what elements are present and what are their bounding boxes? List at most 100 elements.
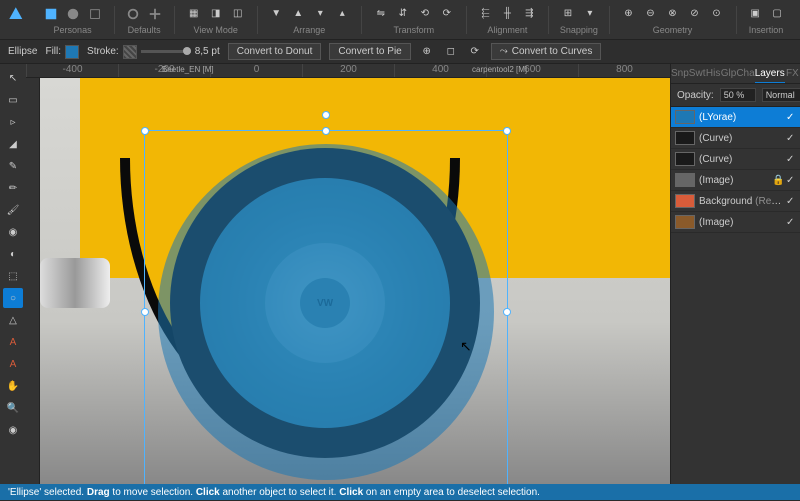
tab-character[interactable]: Cha	[736, 64, 754, 83]
persona-vector-icon[interactable]	[42, 5, 60, 23]
resize-handle-mr[interactable]	[503, 308, 511, 316]
view-split-icon[interactable]: ◨	[207, 5, 225, 23]
visibility-checkbox[interactable]: ✓	[786, 112, 796, 122]
zoom-tool[interactable]: 🔍	[3, 398, 23, 418]
revert-defaults-icon[interactable]	[146, 5, 164, 23]
flip-h-icon[interactable]: ⇋	[372, 5, 390, 23]
corner-tool[interactable]: ◢	[3, 134, 23, 154]
frame-text-tool[interactable]: A	[3, 354, 23, 374]
view-outline-icon[interactable]: ◫	[229, 5, 247, 23]
hide-selection-icon[interactable]: ◻	[443, 44, 459, 60]
align-left-icon[interactable]: ⬱	[476, 5, 494, 23]
resize-handle-ml[interactable]	[141, 308, 149, 316]
rotation-handle[interactable]	[322, 111, 330, 119]
cycle-select-icon[interactable]: ⟳	[467, 44, 483, 60]
move-tool[interactable]: ↖	[3, 68, 23, 88]
align-right-icon[interactable]: ⇶	[520, 5, 538, 23]
transparency-tool[interactable]: ◐	[3, 244, 23, 264]
intersect-icon[interactable]: ⊗	[664, 5, 682, 23]
layer-row[interactable]: (Curve) ✓	[671, 128, 800, 149]
divide-icon[interactable]: ⊘	[686, 5, 704, 23]
color-picker-tool[interactable]: ◉	[3, 420, 23, 440]
layer-row[interactable]: (Image) ✓	[671, 212, 800, 233]
blend-mode-select[interactable]	[762, 88, 800, 102]
lock-icon[interactable]: 🔒	[772, 175, 782, 185]
crop-tool[interactable]: ⬚	[3, 266, 23, 286]
insert-inside-icon[interactable]: ▣	[746, 5, 764, 23]
pen-tool[interactable]: ✎	[3, 156, 23, 176]
stroke-width-value: 8,5 pt	[195, 46, 220, 57]
document-tab[interactable]: Beetle_EN [M]	[156, 64, 220, 75]
tab-glyphs[interactable]: Glp	[721, 64, 737, 83]
snapping-icon[interactable]: ⊞	[559, 5, 577, 23]
move-forward-icon[interactable]: ▴	[333, 5, 351, 23]
pan-tool[interactable]: ✋	[3, 376, 23, 396]
toolbar-group-insertion: ▣ ▢ Insertion	[740, 5, 792, 35]
align-center-icon[interactable]: ╫	[498, 5, 516, 23]
persona-pixel-icon[interactable]	[64, 5, 82, 23]
layer-name-label: Background (Rectangle)	[699, 196, 782, 207]
toolbar-group-alignment: ⬱ ╫ ⇶ Alignment	[470, 5, 544, 35]
layer-row[interactable]: (LYorae) ✓	[671, 107, 800, 128]
layer-row[interactable]: (Curve) ✓	[671, 149, 800, 170]
insert-behind-icon[interactable]: ▢	[768, 5, 786, 23]
stroke-control[interactable]: Stroke: 8,5 pt	[87, 45, 220, 59]
rotate-ccw-icon[interactable]: ⟲	[416, 5, 434, 23]
canvas[interactable]: VW ↖	[40, 78, 670, 484]
move-back-icon[interactable]: ▼	[267, 5, 285, 23]
brush-tool[interactable]: 🖌	[3, 200, 23, 220]
subtract-icon[interactable]: ⊖	[642, 5, 660, 23]
persona-export-icon[interactable]	[86, 5, 104, 23]
visibility-checkbox[interactable]: ✓	[786, 175, 796, 185]
status-bar: 'Ellipse' selected. Drag to move selecti…	[0, 484, 800, 500]
tab-layers[interactable]: Layers	[755, 64, 785, 83]
artboard-tool[interactable]: ▭	[3, 90, 23, 110]
visibility-checkbox[interactable]: ✓	[786, 196, 796, 206]
tab-history[interactable]: His	[705, 64, 720, 83]
tab-swatches[interactable]: Swt	[689, 64, 706, 83]
convert-pie-button[interactable]: Convert to Pie	[329, 43, 410, 60]
stroke-swatch[interactable]	[123, 45, 137, 59]
convert-curves-button[interactable]: ⤳Convert to Curves	[491, 43, 602, 60]
sync-defaults-icon[interactable]	[124, 5, 142, 23]
document-tab[interactable]: carpentool2 [M]	[466, 64, 533, 75]
visibility-checkbox[interactable]: ✓	[786, 217, 796, 227]
move-backward-icon[interactable]: ▾	[311, 5, 329, 23]
stroke-width-slider[interactable]	[141, 50, 191, 53]
fill-tool[interactable]: ◉	[3, 222, 23, 242]
tab-snapshots[interactable]: Snp	[671, 64, 689, 83]
resize-handle-tc[interactable]	[322, 127, 330, 135]
layer-thumbnail	[675, 215, 695, 229]
opacity-label: Opacity:	[677, 90, 714, 101]
add-icon[interactable]: ⊕	[620, 5, 638, 23]
convert-donut-button[interactable]: Convert to Donut	[228, 43, 322, 60]
flip-v-icon[interactable]: ⇵	[394, 5, 412, 23]
rotate-cw-icon[interactable]: ⟳	[438, 5, 456, 23]
horizontal-ruler: -400-2000200400600800	[26, 64, 670, 78]
resize-handle-tl[interactable]	[141, 127, 149, 135]
tab-fx[interactable]: FX	[785, 64, 800, 83]
layer-properties: Opacity:	[671, 84, 800, 107]
layer-row[interactable]: (Image) 🔒 ✓	[671, 170, 800, 191]
ellipse-tool[interactable]: ○	[3, 288, 23, 308]
text-tool[interactable]: A	[3, 332, 23, 352]
resize-handle-tr[interactable]	[503, 127, 511, 135]
pencil-tool[interactable]: ✏	[3, 178, 23, 198]
fill-control[interactable]: Fill:	[45, 45, 79, 59]
app-logo-icon	[8, 6, 24, 34]
transform-origin-icon[interactable]: ⊕	[419, 44, 435, 60]
shape-tool[interactable]: △	[3, 310, 23, 330]
visibility-checkbox[interactable]: ✓	[786, 154, 796, 164]
opacity-input[interactable]	[720, 88, 756, 102]
visibility-checkbox[interactable]: ✓	[786, 133, 796, 143]
node-tool[interactable]: ▹	[3, 112, 23, 132]
move-front-icon[interactable]: ▲	[289, 5, 307, 23]
fill-swatch[interactable]	[65, 45, 79, 59]
toolbar-label: View Mode	[194, 25, 238, 35]
snap-options-icon[interactable]: ▾	[581, 5, 599, 23]
layer-row[interactable]: Background (Rectangle) ✓	[671, 191, 800, 212]
top-toolbar: Personas Defaults ▦ ◨ ◫ View Mode ▼ ▲ ▾ …	[0, 0, 800, 40]
toolbar-label: Defaults	[128, 25, 161, 35]
view-pixel-icon[interactable]: ▦	[185, 5, 203, 23]
combine-icon[interactable]: ⊙	[708, 5, 726, 23]
